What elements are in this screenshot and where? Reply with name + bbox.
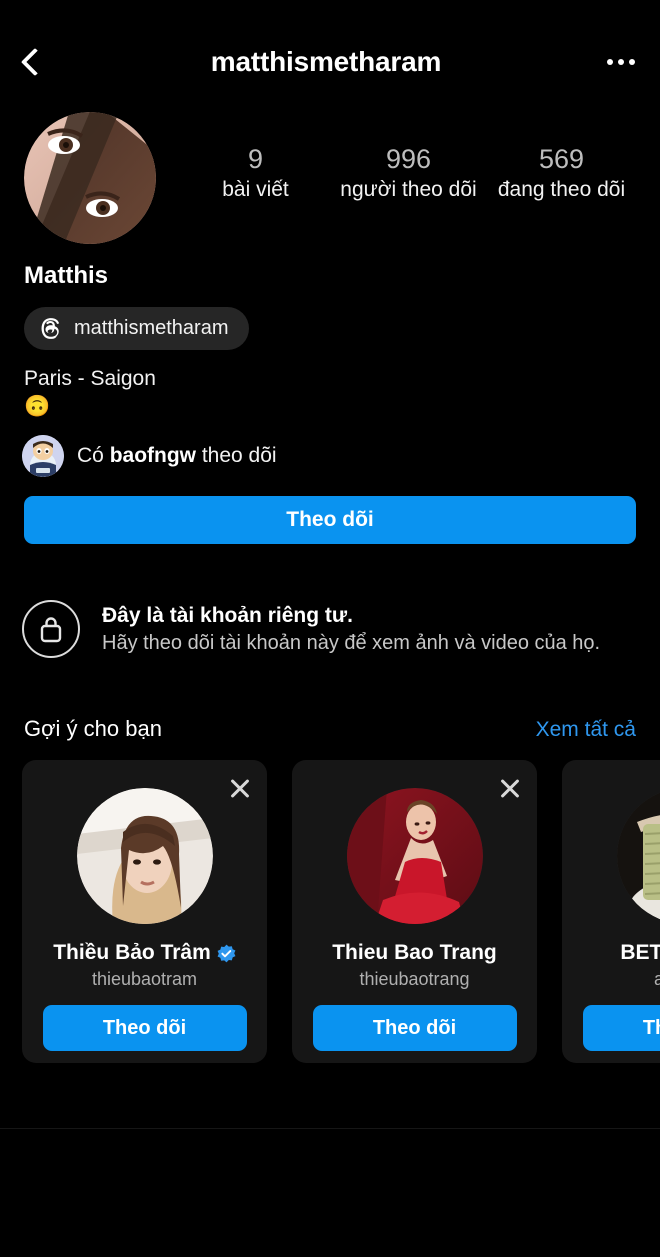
stat-value: 9 <box>247 144 264 174</box>
see-all-link[interactable]: Xem tất cả <box>536 718 636 742</box>
chevron-left-icon <box>20 47 50 77</box>
avatar-container[interactable] <box>24 112 179 244</box>
private-notice-text: Đây là tài khoản riêng tư. Hãy theo dõi … <box>102 604 647 655</box>
suggested-user-name: Thieu Bao Trang <box>332 941 497 965</box>
private-notice-subtitle: Hãy theo dõi tài khoản này để xem ảnh và… <box>102 631 601 654</box>
follow-button[interactable]: Theo dõi <box>582 1005 660 1051</box>
profile-bio: Matthis matthismetharam Paris - Saigon 🙃 <box>24 262 644 420</box>
threads-handle: matthismetharam <box>74 317 229 339</box>
suggested-user-name-text: BETRUE2YO <box>620 941 660 964</box>
bio-emoji: 🙃 <box>24 395 51 419</box>
verified-badge-icon <box>217 944 236 962</box>
avatar[interactable] <box>616 788 660 924</box>
mutual-follower-avatar <box>22 435 64 477</box>
suggested-user-handle: all4gwa <box>653 969 660 989</box>
threads-logo-icon <box>41 318 60 339</box>
more-options-icon <box>629 59 635 65</box>
profile-summary: 9 bài viết 996 người theo dõi 569 đang t… <box>0 112 660 244</box>
suggested-user-handle: thieubaotram <box>91 969 198 989</box>
suggested-user-photo <box>346 788 483 924</box>
avatar[interactable] <box>76 788 213 924</box>
bio-text: Paris - Saigon <box>24 367 156 390</box>
follow-button[interactable]: Theo dõi <box>42 1005 247 1051</box>
close-icon[interactable] <box>227 776 253 802</box>
private-notice-title: Đây là tài khoản riêng tư. <box>102 603 353 627</box>
profile-full-name: Matthis <box>24 262 108 289</box>
suggestions-carousel[interactable]: Thiều Bảo Trâm thieubaotram Theo dõi Thi… <box>22 760 660 1063</box>
profile-photo <box>24 112 156 244</box>
avatar[interactable] <box>346 788 483 924</box>
mutual-suffix: theo dõi <box>196 444 277 467</box>
more-options-button[interactable] <box>582 24 660 100</box>
suggested-user-photo <box>76 788 213 924</box>
more-options-icon <box>618 59 624 65</box>
mutual-followers-text: Có baofngw theo dõi <box>77 444 277 468</box>
stat-following[interactable]: 569 đang theo dõi <box>485 144 638 202</box>
suggestions-title: Gợi ý cho bạn <box>24 716 162 741</box>
suggested-user-name-text: Thieu Bao Trang <box>332 941 497 964</box>
follow-button[interactable]: Theo dõi <box>312 1005 517 1051</box>
instagram-profile-screen: matthismetharam 9 bài viết 996 người the… <box>0 0 660 1257</box>
mutual-follower-avatar-image <box>22 435 64 477</box>
suggested-user-name: BETRUE2YO <box>620 941 660 965</box>
stat-value: 996 <box>385 144 432 174</box>
close-icon[interactable] <box>497 776 523 802</box>
suggested-user-name-text: Thiều Bảo Trâm <box>53 941 211 964</box>
follow-button[interactable]: Theo dõi <box>24 496 636 544</box>
avatar[interactable] <box>24 112 156 244</box>
stat-label: bài viết <box>222 178 289 202</box>
profile-stats: 9 bài viết 996 người theo dõi 569 đang t… <box>179 112 660 202</box>
threads-badge[interactable]: matthismetharam <box>24 307 249 350</box>
stat-value: 569 <box>538 144 585 174</box>
suggestions-header: Gợi ý cho bạn Xem tất cả <box>24 716 636 742</box>
private-account-notice: Đây là tài khoản riêng tư. Hãy theo dõi … <box>22 600 647 658</box>
stat-followers[interactable]: 996 người theo dõi <box>332 144 485 202</box>
suggestion-card[interactable]: Thieu Bao Trang thieubaotrang Theo dõi <box>292 760 537 1063</box>
suggested-user-photo <box>616 788 660 924</box>
suggested-user-handle: thieubaotrang <box>359 969 470 989</box>
suggested-user-name: Thiều Bảo Trâm <box>53 941 236 965</box>
lock-icon-circle <box>22 600 80 658</box>
mutual-username[interactable]: baofngw <box>110 444 196 467</box>
suggestion-card[interactable]: BETRUE2YO all4gwa Theo dõi <box>562 760 660 1063</box>
lock-icon <box>40 617 62 643</box>
stat-label: đang theo dõi <box>497 178 626 202</box>
page-title: matthismetharam <box>210 46 442 77</box>
mutual-followers-row[interactable]: Có baofngw theo dõi <box>22 435 642 477</box>
suggestion-card[interactable]: Thiều Bảo Trâm thieubaotram Theo dõi <box>22 760 267 1063</box>
stat-label: người theo dõi <box>340 178 477 202</box>
app-header: matthismetharam <box>0 24 660 100</box>
more-options-icon <box>607 59 613 65</box>
bottom-divider <box>0 1128 660 1129</box>
mutual-prefix: Có <box>77 444 110 467</box>
stat-posts[interactable]: 9 bài viết <box>179 144 332 202</box>
back-button[interactable] <box>0 24 70 100</box>
